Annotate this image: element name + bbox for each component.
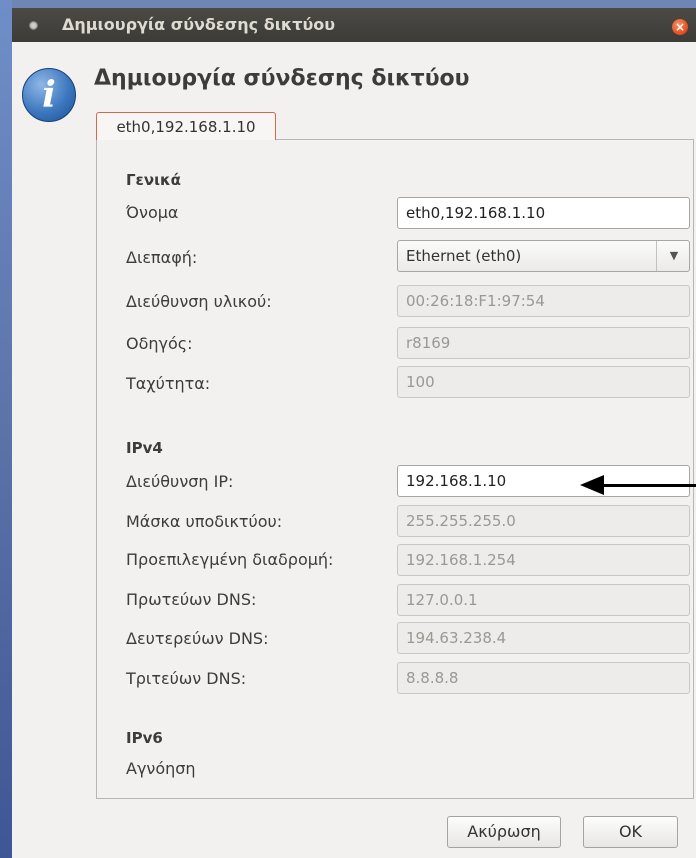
ip-address-field[interactable] <box>397 465 690 497</box>
subnet-mask-field: 255.255.255.0 <box>397 505 690 537</box>
section-title-ipv6: IPv6 <box>126 729 163 747</box>
interface-label: Διεπαφή: <box>126 248 198 267</box>
default-gateway-label: Προεπιλεγμένη διαδρομή: <box>126 550 334 569</box>
ipv6-status: Αγνόηση <box>126 759 196 778</box>
subnet-mask-label: Μάσκα υποδικτύου: <box>126 512 283 531</box>
name-field[interactable] <box>397 197 690 229</box>
ok-button[interactable]: OK <box>583 816 678 848</box>
dialog-heading: Δημιουργία σύνδεσης δικτύου <box>94 66 470 91</box>
network-connection-dialog: Δημιουργία σύνδεσης δικτύου × i Δημιουργ… <box>12 8 696 858</box>
hardware-address-label: Διεύθυνση υλικού: <box>126 292 272 311</box>
interface-select[interactable]: Ethernet (eth0) ▼ <box>397 240 690 272</box>
default-gateway-field: 192.168.1.254 <box>397 544 690 576</box>
speed-field: 100 <box>397 366 690 398</box>
close-icon[interactable]: × <box>672 19 688 35</box>
driver-field: r8169 <box>397 327 690 359</box>
cancel-button[interactable]: Ακύρωση <box>447 816 561 848</box>
tertiary-dns-label: Τριτεύων DNS: <box>126 669 247 688</box>
annotation-arrow-line <box>602 484 696 487</box>
name-label: Όνομα <box>126 203 179 222</box>
combo-separator <box>656 241 657 271</box>
secondary-dns-label: Δευτερεύων DNS: <box>126 629 269 648</box>
speed-label: Ταχύτητα: <box>126 374 211 393</box>
window-menu-dot-icon[interactable] <box>29 21 38 30</box>
window-title: Δημιουργία σύνδεσης δικτύου <box>62 15 336 34</box>
tertiary-dns-field: 8.8.8.8 <box>397 662 690 694</box>
hardware-address-field: 00:26:18:F1:97:54 <box>397 285 690 317</box>
section-title-general: Γενικά <box>126 171 181 189</box>
secondary-dns-field: 194.63.238.4 <box>397 622 690 654</box>
primary-dns-label: Πρωτεύων DNS: <box>126 590 257 609</box>
primary-dns-field: 127.0.0.1 <box>397 584 690 616</box>
interface-select-value: Ethernet (eth0) <box>406 247 522 265</box>
tab-connection[interactable]: eth0,192.168.1.10 <box>96 112 276 140</box>
title-bar[interactable]: Δημιουργία σύνδεσης δικτύου × <box>12 8 696 42</box>
section-title-ipv4: IPv4 <box>126 439 163 457</box>
annotation-arrow-icon <box>580 475 604 495</box>
info-icon: i <box>22 68 76 122</box>
ip-address-label: Διεύθυνση IP: <box>126 472 234 491</box>
driver-label: Οδηγός: <box>126 334 193 353</box>
desktop-background <box>0 0 12 858</box>
chevron-down-icon[interactable]: ▼ <box>660 241 688 271</box>
